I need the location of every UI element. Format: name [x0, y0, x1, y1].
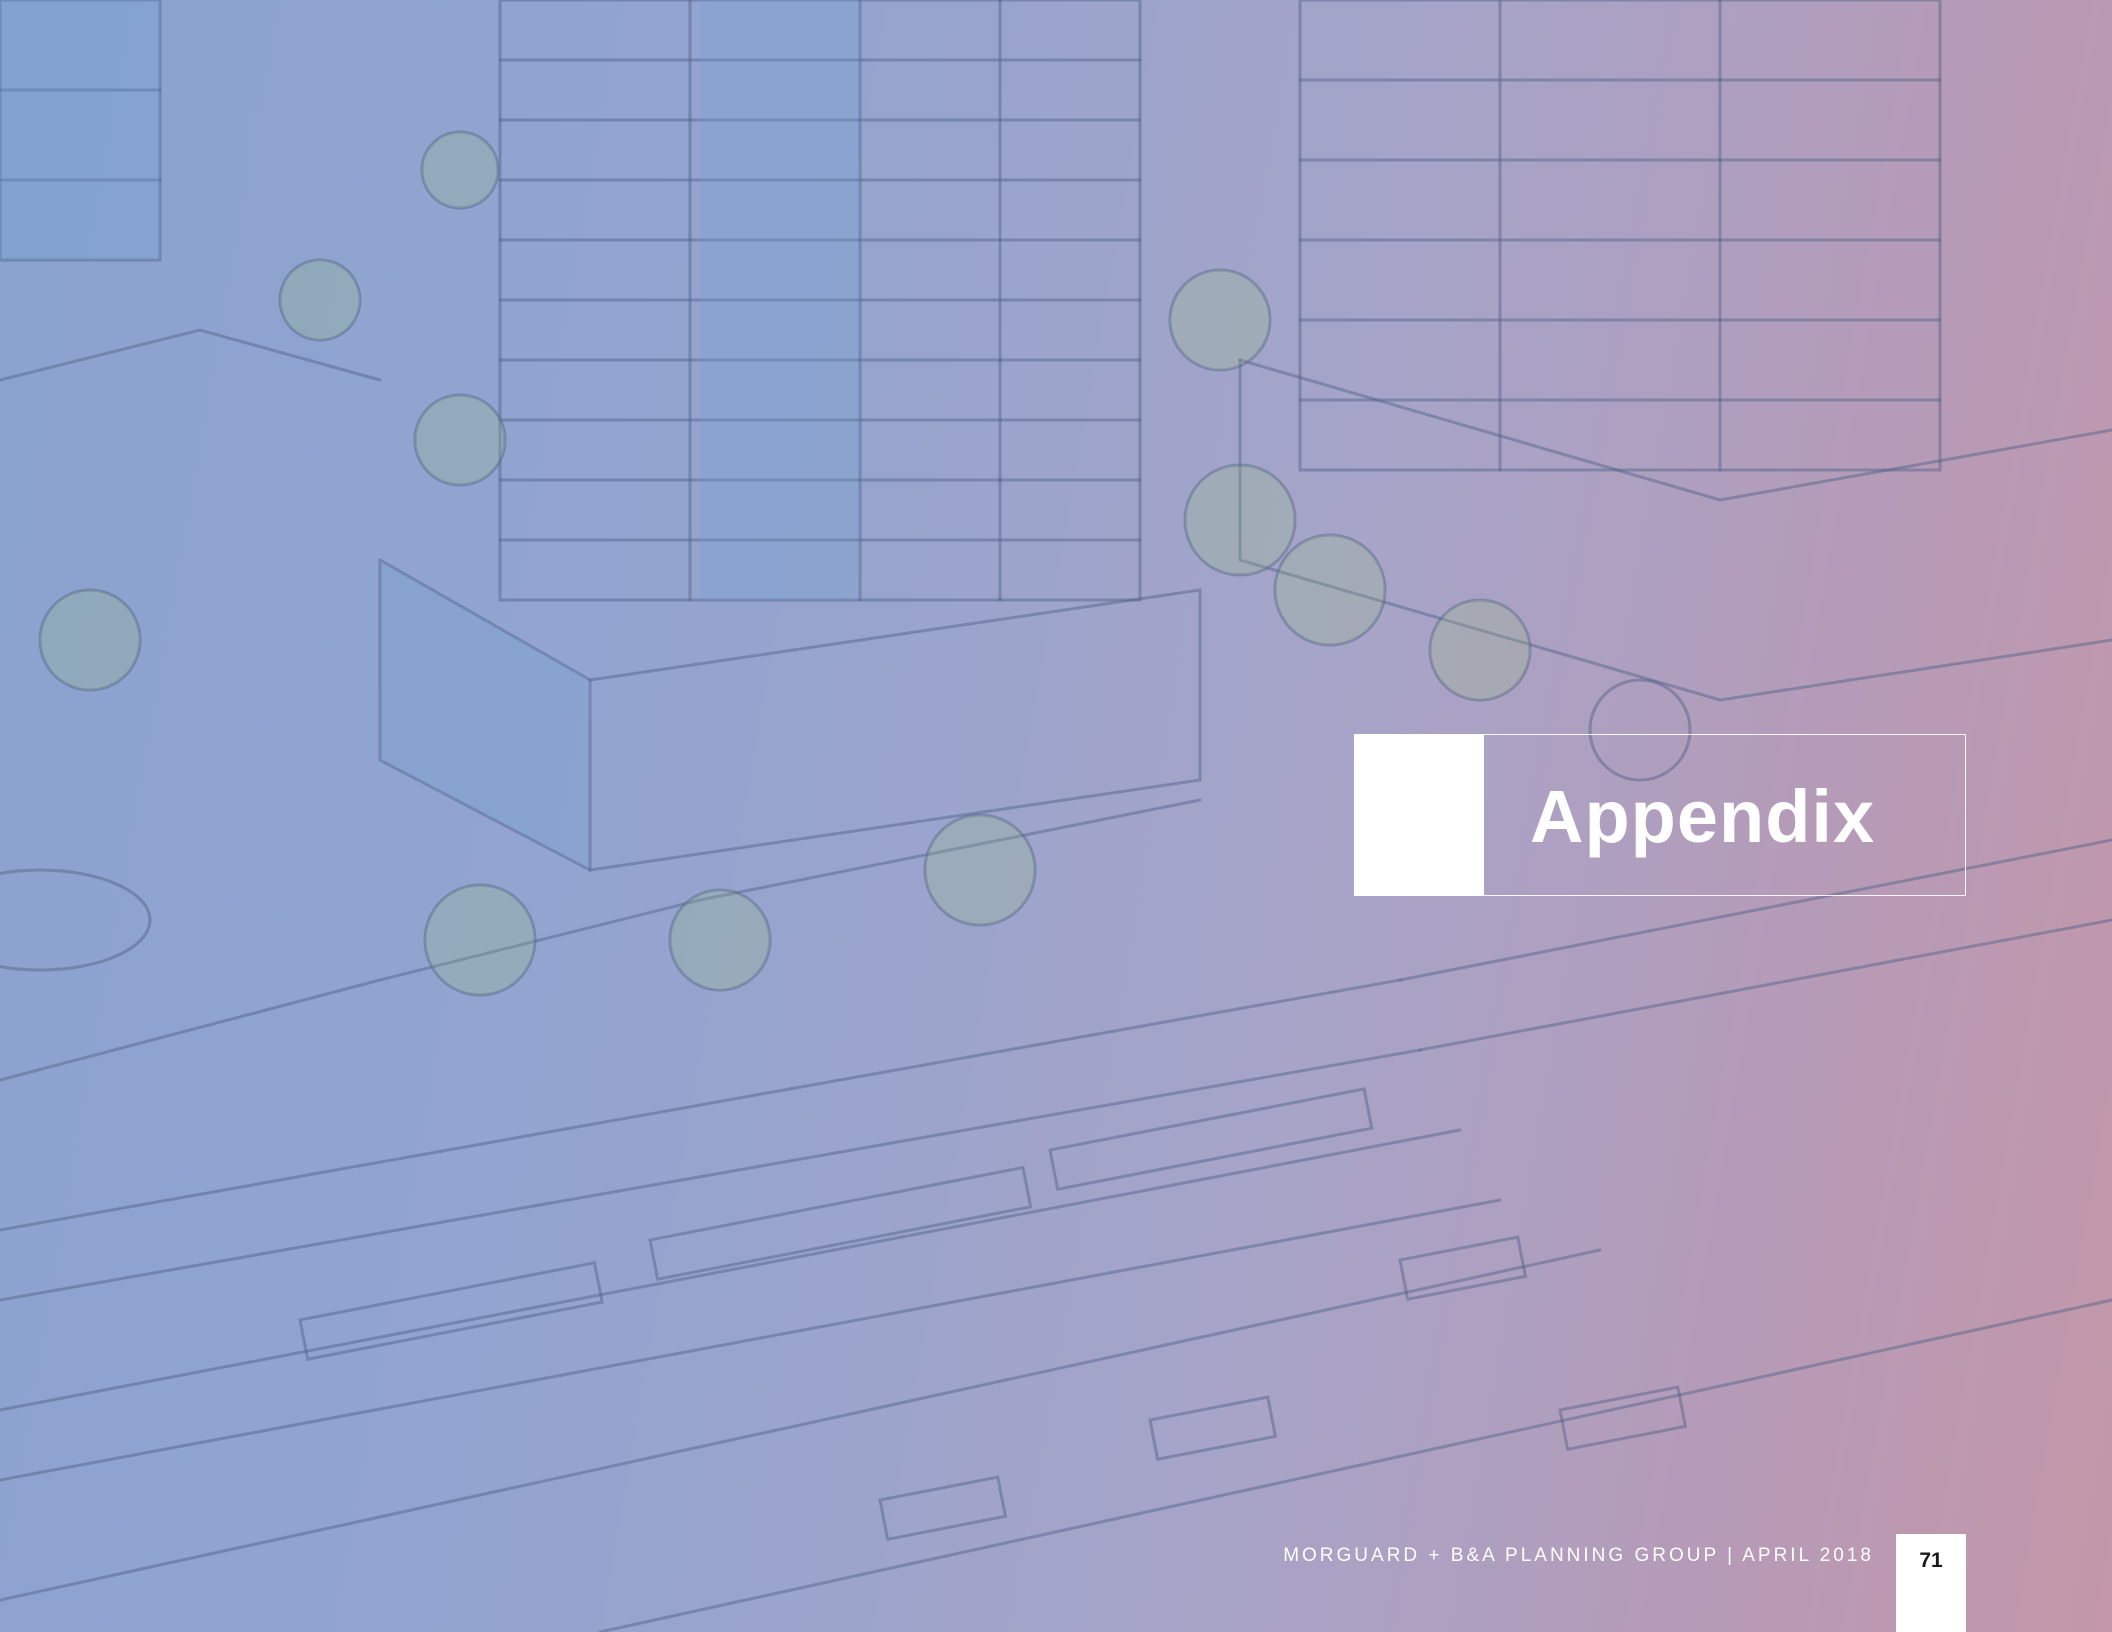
page-number: 71	[1919, 1549, 1943, 1572]
page-number-tab: 71	[1896, 1534, 1966, 1632]
title-accent-block	[1354, 734, 1484, 896]
page-title: Appendix	[1530, 775, 1876, 858]
footer-credit: MORGUARD + B&A PLANNING GROUP | APRIL 20…	[1283, 1545, 1874, 1566]
